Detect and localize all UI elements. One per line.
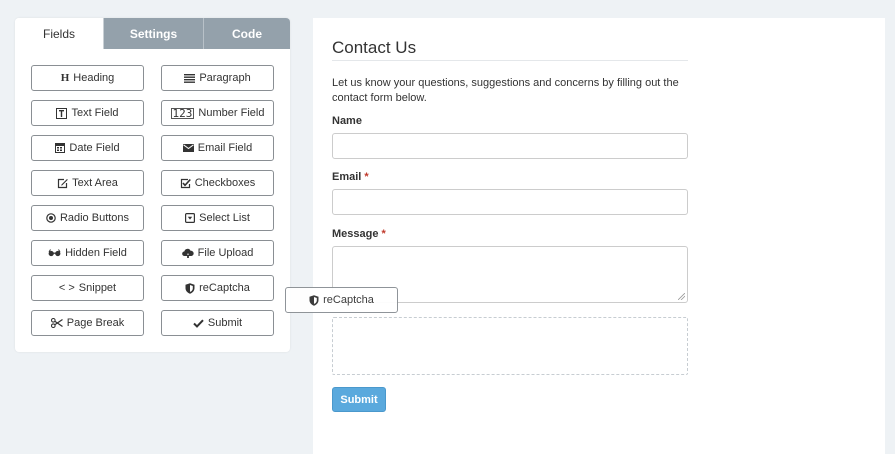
add-checkboxes-button[interactable]: Checkboxes — [161, 170, 274, 196]
number-icon: 123 — [170, 106, 195, 120]
paragraph-icon — [184, 73, 196, 83]
add-number-field-button[interactable]: 123 Number Field — [161, 100, 274, 126]
tab-fields[interactable]: Fields — [15, 18, 104, 49]
required-mark: * — [364, 171, 369, 183]
form-preview-panel: Contact Us Let us know your questions, s… — [313, 18, 885, 454]
add-file-upload-button[interactable]: File Upload — [161, 240, 274, 266]
add-submit-button[interactable]: Submit — [161, 310, 274, 336]
add-hidden-field-button[interactable]: Hidden Field — [31, 240, 144, 266]
email-label: Email * — [332, 171, 369, 183]
checkmark-icon — [193, 319, 204, 328]
field-label: Submit — [207, 317, 243, 329]
name-label: Name — [332, 115, 362, 127]
field-label: Snippet — [78, 282, 117, 294]
add-email-field-button[interactable]: Email Field — [161, 135, 274, 161]
field-label: Number Field — [198, 107, 265, 119]
message-label-text: Message — [332, 228, 379, 240]
edit-icon — [57, 178, 68, 189]
add-date-field-button[interactable]: Date Field — [31, 135, 144, 161]
eyeglasses-icon — [48, 249, 61, 257]
field-label: Text Area — [72, 177, 118, 189]
field-label: Paragraph — [199, 72, 251, 84]
field-label: Text Field — [71, 107, 119, 119]
builder-tabs: Fields Settings Code — [15, 18, 290, 49]
add-page-break-button[interactable]: Page Break — [31, 310, 144, 336]
form-description: Let us know your questions, suggestions … — [332, 77, 679, 104]
field-label: Checkboxes — [194, 177, 256, 189]
tab-settings[interactable]: Settings — [104, 18, 204, 49]
cloud-upload-icon — [181, 248, 194, 258]
shield-icon — [185, 282, 195, 294]
drag-ghost-label: reCaptcha — [323, 294, 374, 306]
checkbox-icon — [180, 178, 191, 189]
tab-code[interactable]: Code — [204, 18, 290, 49]
select-icon — [185, 213, 196, 223]
shield-icon — [309, 294, 319, 306]
submit-button[interactable]: Submit — [332, 387, 386, 412]
email-input[interactable] — [332, 189, 688, 215]
required-mark: * — [381, 228, 386, 240]
add-text-area-button[interactable]: Text Area — [31, 170, 144, 196]
field-label: reCaptcha — [199, 282, 250, 294]
field-label: Heading — [73, 72, 115, 84]
add-select-list-button[interactable]: Select List — [161, 205, 274, 231]
add-text-field-button[interactable]: Text Field — [31, 100, 144, 126]
field-label: Date Field — [69, 142, 120, 154]
field-label: Email Field — [197, 142, 253, 154]
email-label-text: Email — [332, 171, 362, 183]
text-field-icon — [56, 107, 68, 119]
envelope-icon — [182, 144, 194, 152]
drop-placeholder[interactable] — [332, 317, 688, 375]
field-label: Radio Buttons — [59, 212, 130, 224]
add-radio-buttons-button[interactable]: Radio Buttons — [31, 205, 144, 231]
radio-icon — [46, 213, 56, 223]
field-label: Page Break — [66, 317, 125, 329]
code-icon: < > — [58, 282, 75, 294]
field-label: File Upload — [197, 247, 254, 259]
form-builder-panel: Fields Settings Code H Heading Paragraph… — [15, 18, 290, 352]
name-input[interactable] — [332, 133, 688, 159]
scissors-icon — [50, 318, 63, 328]
form-title: Contact Us — [332, 38, 417, 57]
field-label: Hidden Field — [65, 247, 127, 259]
add-heading-button[interactable]: H Heading — [31, 65, 144, 91]
add-recaptcha-button[interactable]: reCaptcha — [161, 275, 274, 301]
add-paragraph-button[interactable]: Paragraph — [161, 65, 274, 91]
add-snippet-button[interactable]: < > Snippet — [31, 275, 144, 301]
calendar-icon — [55, 143, 66, 153]
title-divider — [332, 60, 688, 61]
message-label: Message * — [332, 228, 386, 240]
heading-icon: H — [60, 72, 70, 84]
field-label: Select List — [199, 212, 250, 224]
name-label-text: Name — [332, 115, 362, 127]
resize-grip-icon[interactable] — [678, 293, 685, 300]
dragging-recaptcha-item[interactable]: reCaptcha — [285, 287, 398, 313]
